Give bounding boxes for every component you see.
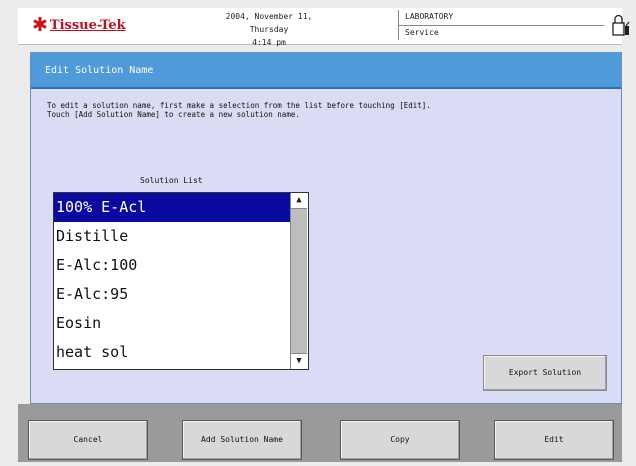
scroll-down-arrow-icon[interactable]: ▼ — [291, 353, 307, 369]
date-text: 2004, November 11, Thursday — [225, 12, 313, 34]
cancel-button[interactable]: Cancel — [28, 420, 148, 460]
solution-list-item[interactable]: E-Alc:95 — [54, 280, 290, 309]
edit-button[interactable]: Edit — [494, 420, 614, 460]
solution-list-item[interactable]: heat sol — [54, 338, 290, 368]
copy-button[interactable]: Copy — [340, 420, 460, 460]
solution-list[interactable]: 100% E-Acl Distille E-Alc:100 E-Alc:95 E… — [53, 192, 309, 370]
scroll-thumb[interactable] — [291, 209, 307, 353]
header-bar: ✱ Tissue-Tek 2004, November 11, Thursday… — [18, 8, 630, 47]
add-solution-name-button[interactable]: Add Solution Name — [182, 420, 302, 460]
solution-list-item[interactable]: Eosin — [54, 309, 290, 338]
lock-icon[interactable] — [611, 14, 631, 38]
solution-list-item[interactable]: 100% E-Acl — [54, 193, 290, 222]
screen: ✱ Tissue-Tek 2004, November 11, Thursday… — [0, 0, 636, 466]
panel-title: Edit Solution Name — [45, 65, 154, 76]
logo-star-icon: ✱ — [32, 14, 48, 36]
panel-title-bar: Edit Solution Name — [31, 53, 621, 89]
mode-divider — [399, 25, 604, 26]
mode-label-service: Service — [405, 28, 439, 37]
time-text: 4:14 pm — [252, 38, 286, 47]
logo-text: Tissue-Tek — [49, 17, 126, 33]
footer-bar: Cancel Add Solution Name Copy Edit — [18, 404, 622, 462]
solution-list-item[interactable]: Distille — [54, 222, 290, 251]
mode-label-laboratory: LABORATORY — [405, 12, 454, 21]
brand-logo: ✱ Tissue-Tek — [32, 14, 126, 36]
mode-indicator: LABORATORY Service — [398, 10, 609, 40]
solution-list-label: Solution List — [140, 176, 203, 185]
edit-solution-name-panel: Edit Solution Name To edit a solution na… — [30, 52, 622, 404]
list-scrollbar[interactable]: ▲ ▼ — [290, 193, 308, 369]
date-time-display: 2004, November 11, Thursday 4:14 pm — [204, 10, 334, 49]
instructions-text: To edit a solution name, first make a se… — [47, 101, 431, 119]
export-solution-button[interactable]: Export Solution — [483, 355, 607, 391]
solution-list-item[interactable]: E-Alc:100 — [54, 251, 290, 280]
scroll-up-arrow-icon[interactable]: ▲ — [291, 193, 307, 209]
